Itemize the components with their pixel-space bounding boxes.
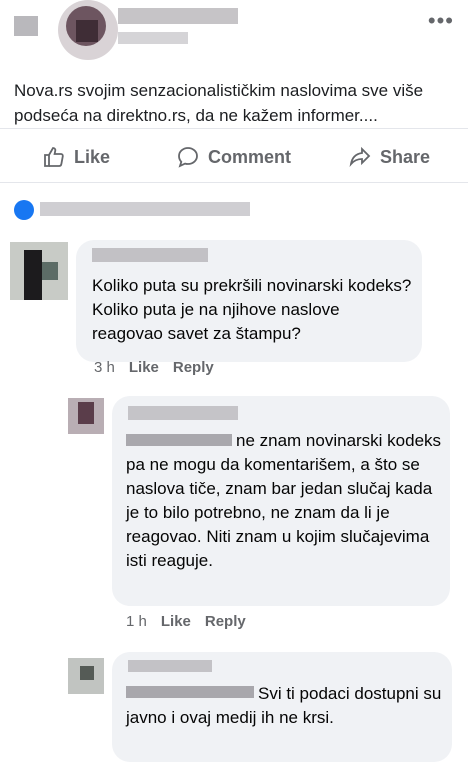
- comment-icon: [178, 147, 198, 168]
- comment-2-text: ne znam novinarski kodeks pa ne mogu da …: [126, 431, 442, 570]
- post-text: Nova.rs svojim senzacionalističkim naslo…: [14, 81, 424, 125]
- divider-top: [0, 128, 468, 129]
- commenter-2-avatar[interactable]: [68, 398, 104, 434]
- comment-1-like-button[interactable]: Like: [129, 359, 159, 376]
- reactions-summary-redacted: [40, 202, 250, 216]
- action-bar: Like Comment Share: [0, 138, 468, 176]
- comment-label: Comment: [208, 146, 292, 167]
- commenter-3-avatar[interactable]: [68, 658, 104, 694]
- comment-1-reply-button[interactable]: Reply: [173, 359, 214, 376]
- comment-1-author-redacted: [92, 248, 208, 262]
- thumbs-up-icon: [44, 147, 64, 167]
- commenter-1-avatar[interactable]: [10, 242, 68, 300]
- poster-extra-redacted: [14, 16, 38, 36]
- comment-2-meta: 1 h Like Reply: [126, 613, 246, 630]
- comment-1-text: Koliko puta su prekršili novinarski kode…: [92, 276, 412, 343]
- comment-3-text: Svi ti podaci dostupni su javno i ovaj m…: [126, 684, 442, 727]
- comment-2-reply-button[interactable]: Reply: [205, 613, 246, 630]
- comment-2-author-redacted: [128, 406, 238, 420]
- share-label: Share: [380, 146, 431, 167]
- comment-1-meta: 3 h Like Reply: [94, 359, 214, 376]
- share-icon: [349, 146, 371, 168]
- more-options-icon[interactable]: •••: [428, 8, 454, 34]
- comment-2-time: 1 h: [126, 613, 147, 630]
- post-meta-redacted: [118, 32, 188, 44]
- poster-name-redacted: [118, 8, 238, 24]
- divider-bottom: [0, 182, 468, 183]
- comment-1-time: 3 h: [94, 359, 115, 376]
- like-label: Like: [74, 146, 111, 167]
- poster-avatar[interactable]: [58, 0, 118, 60]
- comment-2-like-button[interactable]: Like: [161, 613, 191, 630]
- like-button[interactable]: Like: [42, 138, 110, 176]
- comment-3-author-redacted: [128, 660, 212, 672]
- share-button[interactable]: Share: [348, 138, 430, 176]
- comment-button[interactable]: Comment: [176, 138, 291, 176]
- like-reaction-icon: [14, 200, 34, 220]
